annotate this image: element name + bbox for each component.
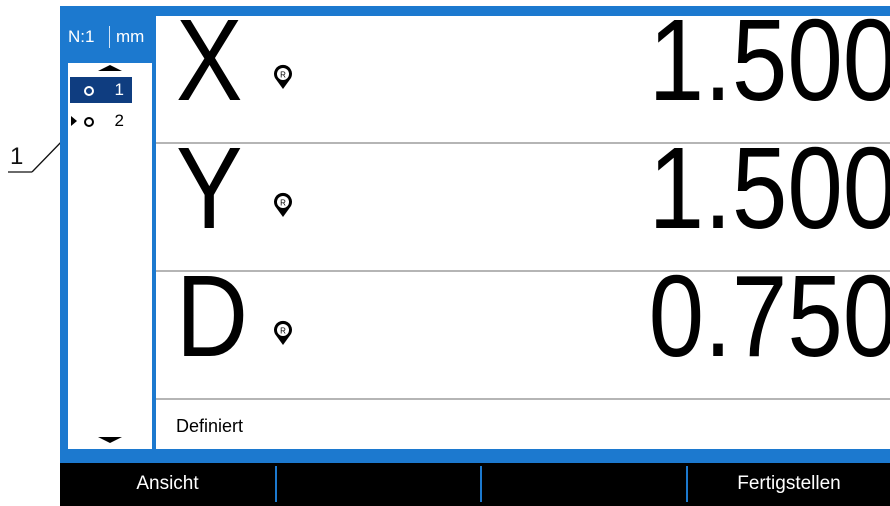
axis-value: 1.500 [648,0,890,125]
scroll-down-arrow-icon[interactable] [98,437,122,443]
unit-label[interactable]: mm [116,27,144,47]
reference-pin-icon: R [274,320,292,345]
feature-number: 1 [114,80,124,99]
softkey-bar: Ansicht Fertigstellen [60,463,890,506]
svg-text:R: R [280,199,286,208]
softkey-empty-button[interactable] [277,466,480,502]
softkey-view-button[interactable]: Ansicht [60,466,275,502]
status-text: Definiert [176,416,244,436]
axis-label: Y [176,123,243,253]
axis-label: X [176,0,243,125]
reference-pin-icon: R [274,192,292,217]
axis-value: 0.750 [648,251,890,381]
header-bar: N:1 mm [60,6,156,62]
callout-number: 1 [10,143,24,170]
pointer-arrow-icon [71,116,77,126]
device-screen: N:1 mm 1 2 X R 1.500 Y R 1.500 D R 0.750… [60,2,890,506]
svg-text:R: R [280,71,286,80]
circle-feature-icon [84,117,94,127]
axis-label: D [176,251,249,381]
header-divider [109,26,110,48]
reference-pin-icon: R [274,64,292,89]
axis-value: 1.500 [648,123,890,253]
softkey-finish-button[interactable]: Fertigstellen [688,466,890,502]
feature-number: 2 [114,111,124,130]
readout-row-d: D R 0.750 [156,258,890,400]
readout-panel: X R 1.500 Y R 1.500 D R 0.750 Definiert [156,2,890,449]
feature-count-label: N:1 [68,27,95,46]
feature-list[interactable]: 1 2 [68,63,152,449]
softkey-empty-button[interactable] [482,466,686,502]
svg-text:R: R [280,327,286,336]
circle-feature-icon [84,86,94,96]
feature-list-item[interactable]: 2 [70,108,132,134]
scroll-up-arrow-icon[interactable] [98,65,122,71]
feature-list-item[interactable]: 1 [70,77,132,103]
